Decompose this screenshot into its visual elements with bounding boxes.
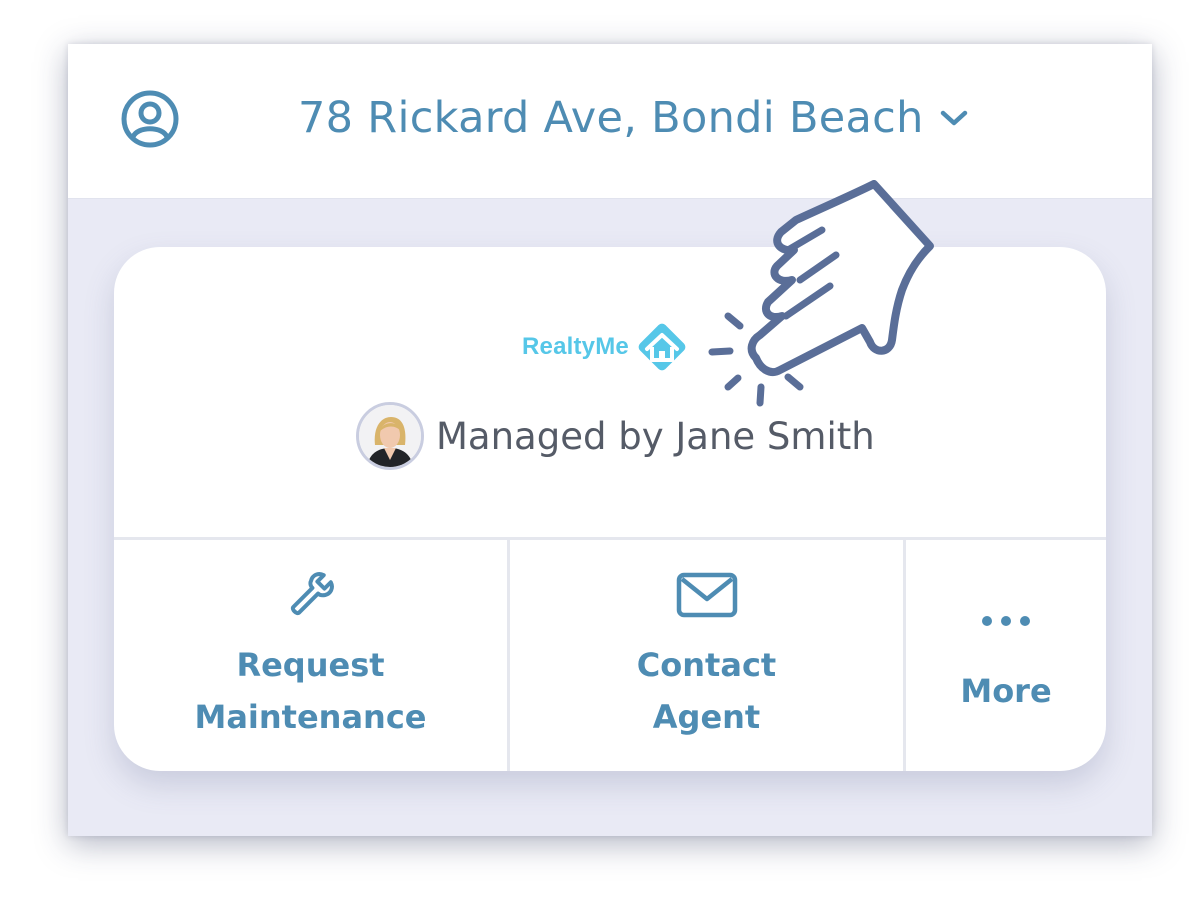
contact-agent-button[interactable]: Contact Agent xyxy=(507,540,903,771)
top-bar: 78 Rickard Ave, Bondi Beach xyxy=(68,44,1152,199)
more-button[interactable]: More xyxy=(903,540,1106,771)
chevron-down-icon xyxy=(940,110,967,126)
agency-brand: RealtyMe xyxy=(522,317,691,377)
action-label: Request Maintenance xyxy=(194,645,427,736)
property-address: 78 Rickard Ave, Bondi Beach xyxy=(298,93,924,143)
app-screen: 78 Rickard Ave, Bondi Beach RealtyMe Man… xyxy=(68,44,1152,836)
brand-name: RealtyMe xyxy=(522,333,629,360)
manager-name: Managed by Jane Smith xyxy=(436,414,875,458)
wrench-icon xyxy=(290,571,334,615)
property-selector[interactable]: 78 Rickard Ave, Bondi Beach xyxy=(298,88,970,148)
avatar xyxy=(356,402,424,470)
action-label: Contact Agent xyxy=(636,645,777,736)
user-circle-icon xyxy=(121,90,179,148)
mail-icon xyxy=(676,572,737,617)
more-dots-icon xyxy=(982,615,1030,626)
property-card: RealtyMe Managed by Jane Smith Request M… xyxy=(114,247,1106,771)
manager-info: Managed by Jane Smith xyxy=(356,401,875,471)
house-logo-icon xyxy=(638,323,686,371)
request-maintenance-button[interactable]: Request Maintenance xyxy=(114,540,507,771)
action-label: More xyxy=(960,671,1052,710)
action-bar: Request Maintenance Contact Agent More xyxy=(114,537,1106,771)
profile-button[interactable] xyxy=(120,89,180,149)
